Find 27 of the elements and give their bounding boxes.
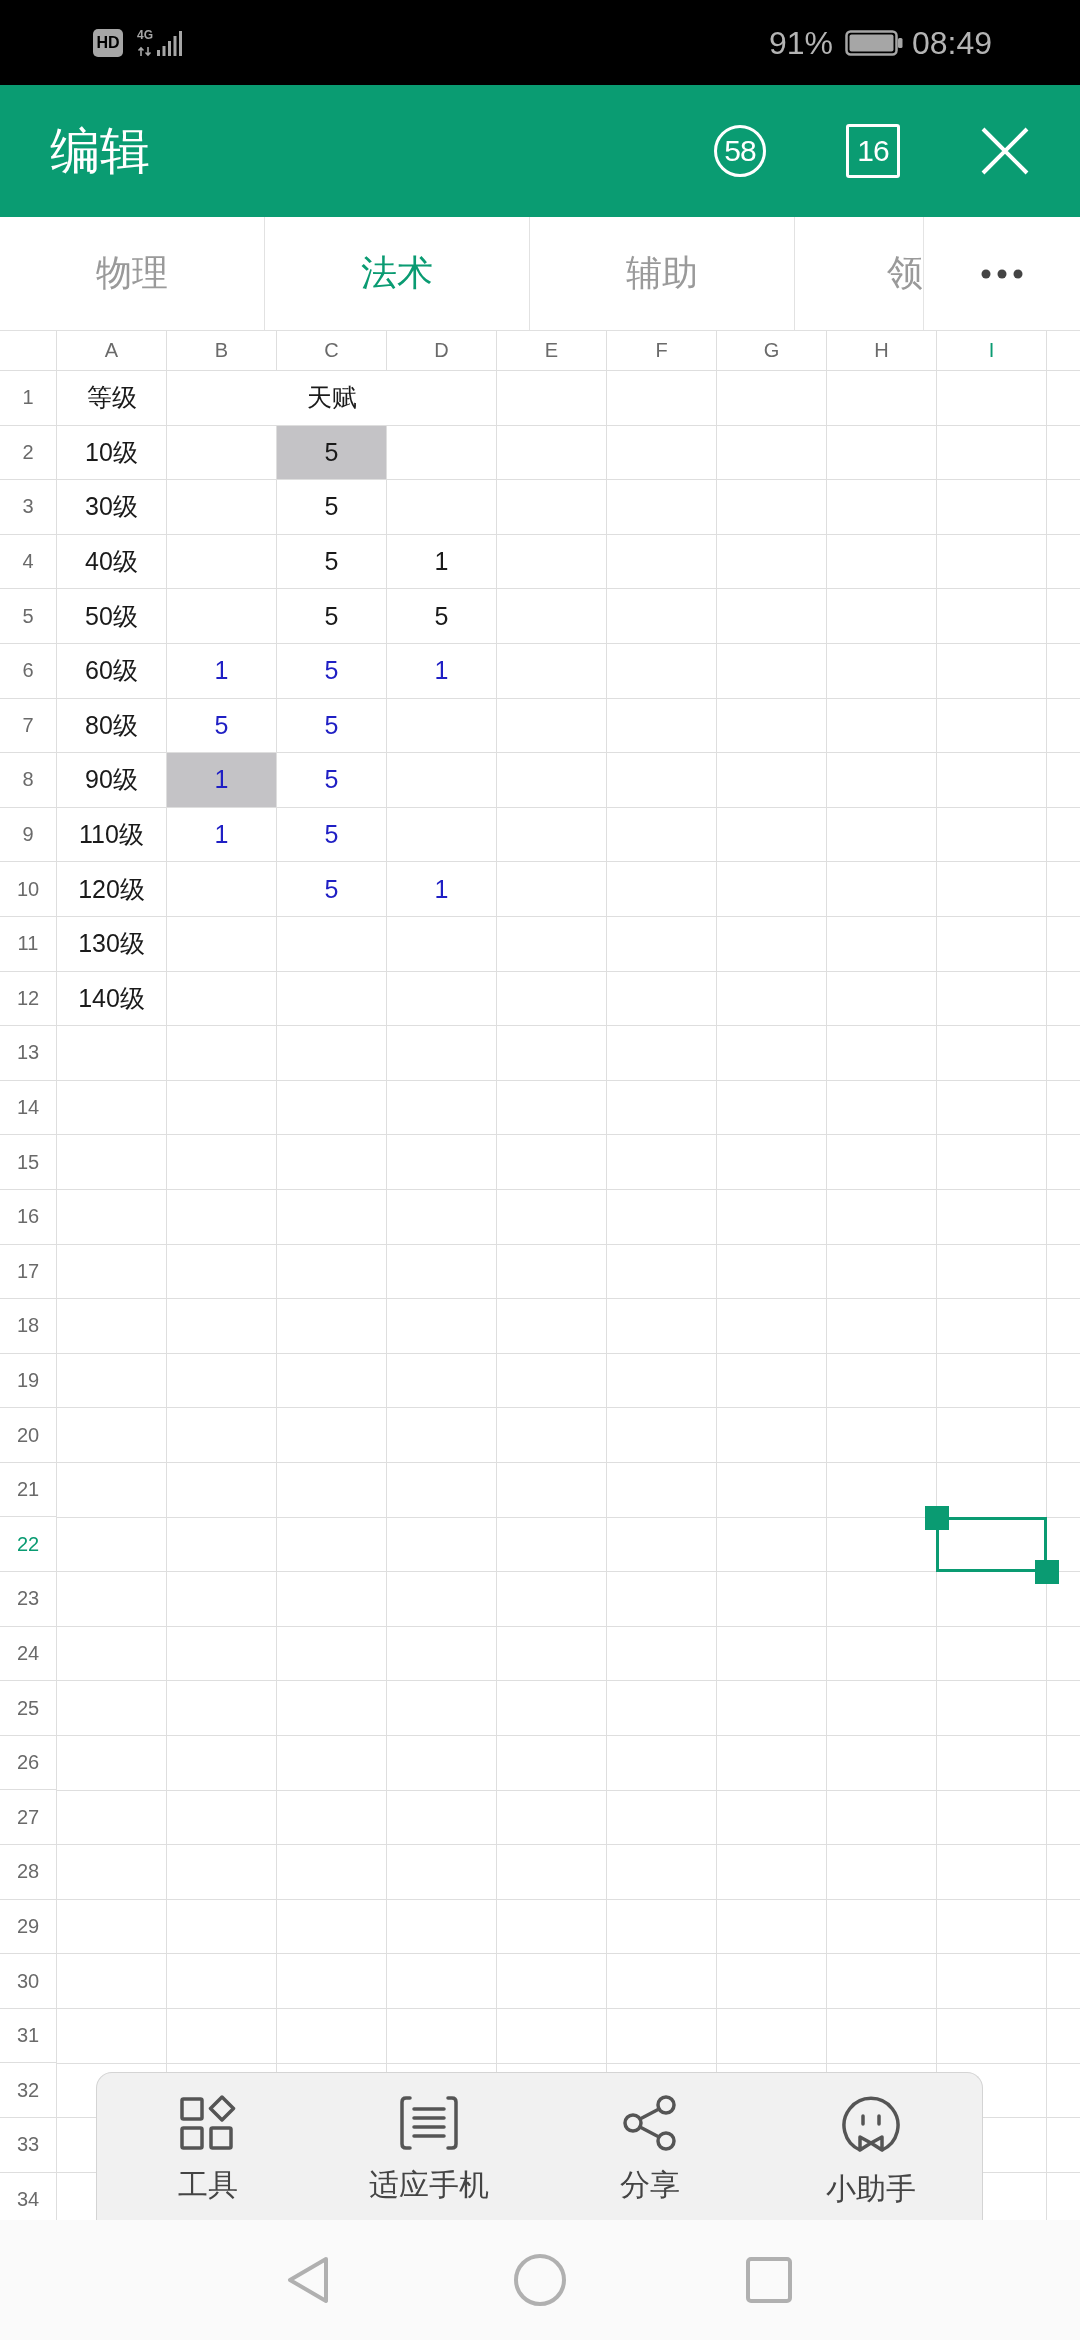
toolbar-button[interactable]: 分享 (614, 2073, 687, 2207)
page-title: 编辑 (50, 122, 150, 181)
selection-handle[interactable] (925, 1505, 949, 1530)
circled-number-button[interactable]: 58 (714, 125, 766, 177)
recents-icon[interactable] (746, 2257, 792, 2303)
bracketed-lines-icon (398, 2095, 459, 2151)
network-type-label: 4G (137, 28, 153, 41)
selection-handle[interactable] (1035, 1560, 1059, 1585)
back-icon[interactable] (286, 2255, 330, 2305)
bowtie-face-icon (841, 2095, 902, 2155)
boxed-number-button[interactable]: 16 (846, 124, 900, 178)
signal-icon (156, 28, 184, 57)
share-icon (622, 2095, 679, 2151)
table-cell: 5 (277, 425, 387, 481)
clock-time: 08:49 (911, 24, 992, 61)
data-activity-icon (137, 45, 153, 57)
more-icon (981, 268, 1023, 279)
battery-icon (844, 29, 903, 56)
toolbar-button[interactable]: 小助手 (820, 2073, 923, 2211)
hd-badge: HD (93, 28, 123, 57)
table-cell: 1 (167, 753, 277, 808)
battery-percentage: 91% (768, 24, 833, 61)
grid-shapes-icon (179, 2095, 236, 2151)
toolbar-button[interactable]: 适应手机 (362, 2073, 495, 2207)
close-icon[interactable] (981, 127, 1029, 175)
home-icon[interactable] (514, 2254, 566, 2306)
toolbar-button[interactable]: 工具 (171, 2073, 244, 2207)
